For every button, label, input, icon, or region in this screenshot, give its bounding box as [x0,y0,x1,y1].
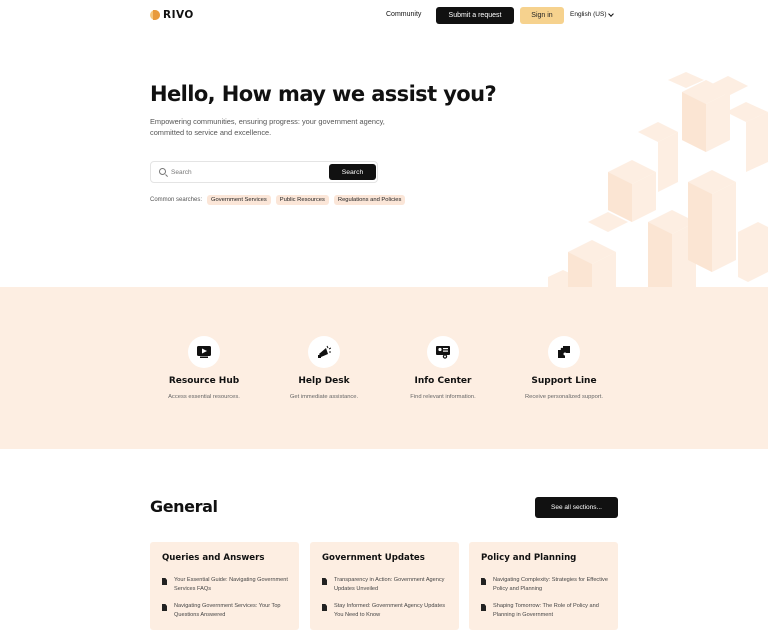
see-all-sections-button[interactable]: See all sections... [535,497,618,518]
common-searches-label: Common searches: [150,197,203,203]
search-input[interactable] [171,166,321,179]
card-title[interactable]: Government Updates [322,553,425,563]
card-title[interactable]: Policy and Planning [481,553,576,563]
common-searches: Common searches: Government Services Pub… [150,195,406,205]
document-icon [322,604,327,611]
isometric-cubes-illustration [548,72,768,288]
search-button[interactable]: Search [329,164,376,180]
article-title: Navigating Government Services: Your Top… [174,603,281,618]
site-header: RIVO Community Submit a request Sign in … [0,0,768,32]
document-icon [162,604,167,611]
common-search-chip[interactable]: Government Services [207,195,271,205]
common-search-chip[interactable]: Regulations and Policies [333,195,406,205]
card-title[interactable]: Queries and Answers [162,553,264,563]
document-icon [481,604,486,611]
article-title: Transparency in Action: Government Agenc… [334,577,445,592]
feature-title: Help Desk [298,376,350,386]
category-card: Government Updates Transparency in Actio… [310,542,459,630]
article-link[interactable]: Navigating Complexity: Strategies for Ef… [481,576,609,593]
feature-description: Access essential resources. [168,394,240,400]
megaphone-icon [308,336,340,368]
feature-info-center[interactable]: Info Center Find relevant information. [378,336,508,400]
logo-icon [150,9,162,21]
feature-resource-hub[interactable]: Resource Hub Access essential resources. [139,336,269,400]
id-card-icon [427,336,459,368]
article-link[interactable]: Navigating Government Services: Your Top… [162,602,290,619]
search-icon [159,168,166,175]
feature-title: Resource Hub [168,376,240,386]
document-icon [322,578,327,585]
nav-community-link[interactable]: Community [386,11,421,18]
feature-description: Receive personalized support. [525,394,603,400]
puzzle-icon [548,336,580,368]
category-card: Policy and Planning Navigating Complexit… [469,542,618,630]
general-section-title: General [150,497,218,516]
feature-description: Get immediate assistance. [289,394,359,400]
article-title: Shaping Tomorrow: The Role of Policy and… [493,603,599,618]
submit-request-button[interactable]: Submit a request [436,7,514,24]
logo[interactable]: RIVO [150,9,194,21]
common-search-chip[interactable]: Public Resources [275,195,329,205]
feature-support-line[interactable]: Support Line Receive personalized suppor… [499,336,629,400]
article-link[interactable]: Stay Informed: Government Agency Updates… [322,602,450,619]
language-selector[interactable]: English (US) [570,10,615,18]
hero-subtitle: Empowering communities, ensuring progres… [150,117,385,137]
article-title: Stay Informed: Government Agency Updates… [334,603,446,618]
sign-in-button[interactable]: Sign in [520,7,564,24]
logo-text: RIVO [163,9,194,21]
category-card: Queries and Answers Your Essential Guide… [150,542,299,630]
feature-description: Find relevant information. [410,394,476,400]
feature-title: Info Center [414,376,472,386]
feature-help-desk[interactable]: Help Desk Get immediate assistance. [259,336,389,400]
document-icon [162,578,167,585]
feature-title: Support Line [531,376,597,386]
search-bar: Search [150,161,378,183]
article-title: Your Essential Guide: Navigating Governm… [174,577,288,592]
chevron-down-icon [608,10,615,17]
hero-title: Hello, How may we assist you? [150,82,497,106]
article-link[interactable]: Your Essential Guide: Navigating Governm… [162,576,290,593]
article-link[interactable]: Transparency in Action: Government Agenc… [322,576,450,593]
language-label: English (US) [570,11,607,18]
document-icon [481,578,486,585]
article-link[interactable]: Shaping Tomorrow: The Role of Policy and… [481,602,609,619]
article-title: Navigating Complexity: Strategies for Ef… [493,577,608,592]
video-icon [188,336,220,368]
